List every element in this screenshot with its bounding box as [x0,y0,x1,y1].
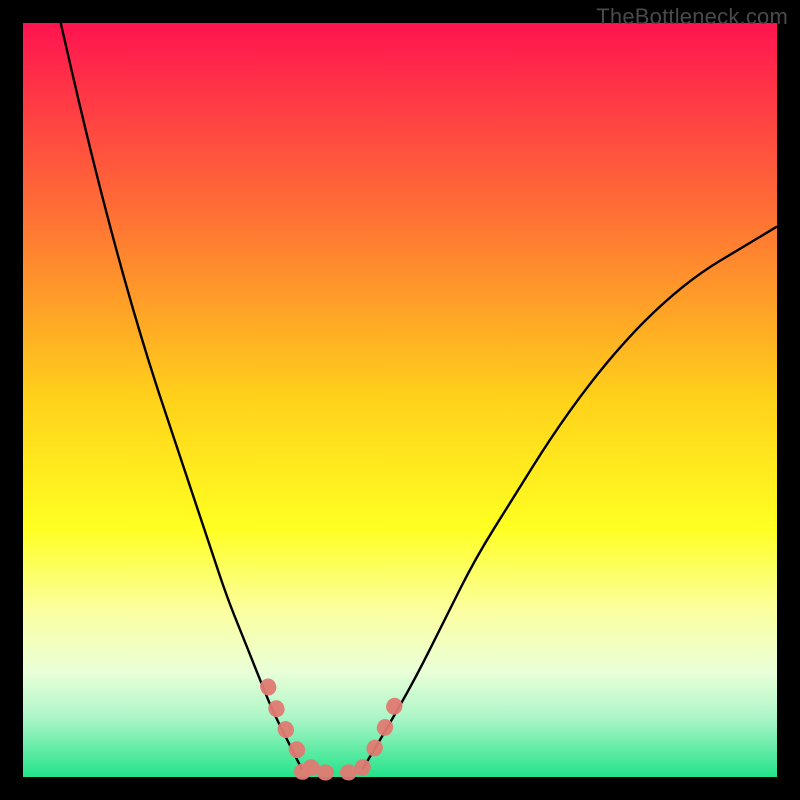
series-right-branch [362,227,777,770]
chart-frame: TheBottleneck.com [0,0,800,800]
chart-svg [23,23,777,777]
series-right-highlight [362,687,403,768]
chart-plot-area [23,23,777,777]
series-left-branch [61,23,302,769]
series-left-highlight [268,687,313,770]
watermark-text: TheBottleneck.com [596,4,788,30]
